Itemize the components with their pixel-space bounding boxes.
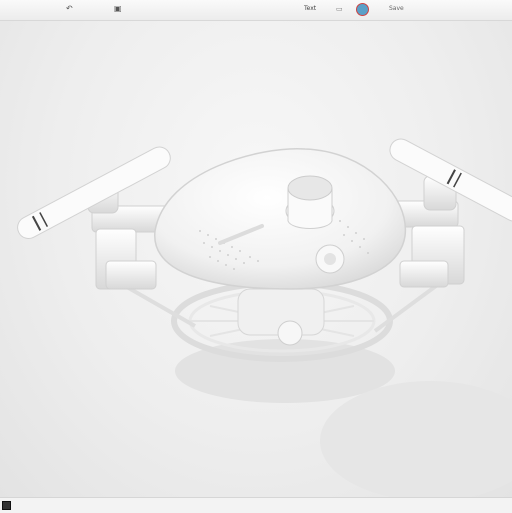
base-knob	[277, 320, 303, 346]
undo-icon[interactable]: ↶	[66, 3, 73, 15]
user-avatar-icon[interactable]	[356, 3, 369, 20]
side-nozzle-hole	[324, 253, 336, 265]
top-toolbar: ↶ ▣ Text ▭ Save	[0, 0, 512, 21]
avatar	[356, 3, 369, 16]
status-icon[interactable]	[2, 501, 11, 510]
toolbar-save-label[interactable]: Save	[389, 3, 404, 15]
save-icon[interactable]: ▣	[114, 3, 122, 15]
ground-shadow-2	[320, 381, 512, 497]
toolbar-app-item[interactable]: ▭	[336, 3, 343, 15]
top-turret-opening	[287, 175, 333, 201]
status-bar	[0, 497, 512, 513]
app-window: ↶ ▣ Text ▭ Save	[0, 0, 512, 513]
drone-model-render	[17, 138, 512, 497]
3d-viewport[interactable]	[0, 21, 512, 497]
toolbar-text-item[interactable]: Text	[304, 3, 316, 15]
drone-main-body	[154, 148, 407, 290]
